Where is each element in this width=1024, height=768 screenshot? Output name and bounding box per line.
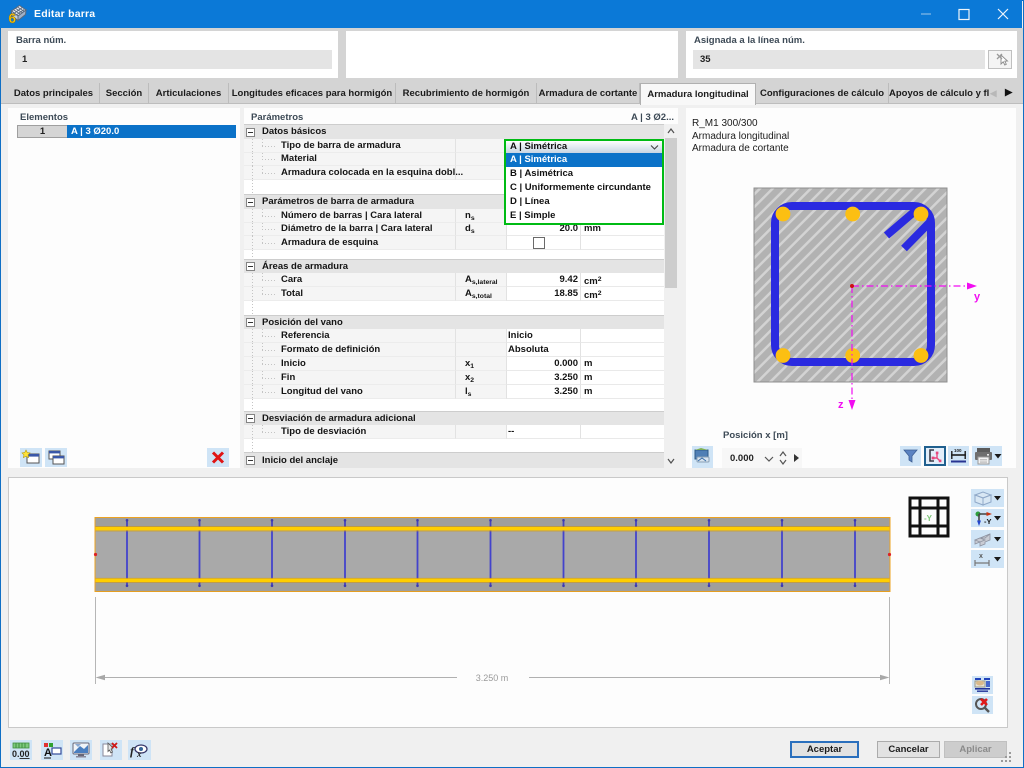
svg-text:-Y: -Y (984, 517, 992, 526)
svg-text:-Y: -Y (924, 514, 933, 523)
svg-text:A: A (44, 747, 52, 759)
svg-text:3.250 m: 3.250 m (476, 673, 509, 683)
svg-text:x: x (979, 553, 983, 560)
svg-text:0.00: 0.00 (12, 749, 30, 759)
svg-text:6: 6 (9, 11, 17, 24)
svg-text:x: x (136, 749, 142, 759)
svg-text:f: f (130, 744, 135, 758)
svg-text:100: 100 (954, 448, 962, 453)
